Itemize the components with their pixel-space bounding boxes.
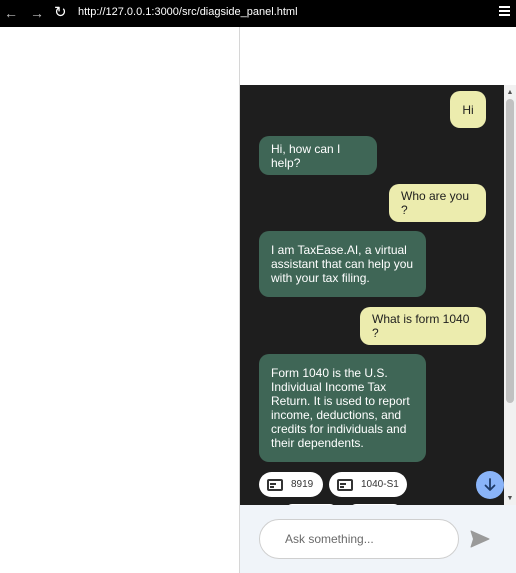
chat-messages-area[interactable]: Hi Hi, how can I help? Who are you ? I a…	[240, 85, 504, 505]
reload-icon[interactable]: ↻	[54, 4, 67, 22]
main-content-area	[0, 27, 240, 573]
hamburger-menu-icon[interactable]	[499, 6, 510, 17]
browser-toolbar: ← → ↻ http://127.0.0.1:3000/src/diagside…	[0, 0, 516, 27]
side-panel-header	[240, 27, 516, 85]
suggestion-chip-1040-s1[interactable]: 1040-S1	[329, 472, 407, 497]
suggestion-chip-8919[interactable]: 8919	[259, 472, 323, 497]
suggestion-chip-label: 1040-S1	[361, 479, 399, 490]
back-arrow-icon[interactable]: ←	[4, 4, 18, 22]
bot-message: Form 1040 is the U.S. Individual Income …	[259, 354, 426, 462]
send-button[interactable]	[468, 527, 492, 551]
address-bar[interactable]: http://127.0.0.1:3000/src/diagside_panel…	[78, 6, 298, 18]
user-message: Who are you ?	[389, 184, 486, 222]
bot-message: Hi, how can I help?	[259, 136, 377, 175]
user-message: What is form 1040 ?	[360, 307, 486, 345]
scroll-to-bottom-button[interactable]	[476, 471, 504, 499]
user-message: Hi	[450, 91, 486, 128]
send-icon	[470, 530, 490, 548]
bot-message: I am TaxEase.AI, a virtual assistant tha…	[259, 231, 426, 297]
forward-arrow-icon[interactable]: →	[30, 4, 44, 22]
scroll-down-arrow-icon[interactable]: ▼	[504, 491, 516, 505]
scrollbar-thumb[interactable]	[506, 99, 514, 403]
chat-scrollbar[interactable]: ▲ ▼	[504, 85, 516, 505]
form-document-icon	[337, 478, 353, 491]
arrow-down-icon	[484, 478, 496, 491]
ask-input[interactable]	[259, 519, 459, 559]
suggestion-chip-label: 8919	[291, 479, 314, 490]
scroll-up-arrow-icon[interactable]: ▲	[504, 85, 516, 99]
chat-input-bar	[240, 505, 516, 573]
form-document-icon	[267, 478, 283, 491]
